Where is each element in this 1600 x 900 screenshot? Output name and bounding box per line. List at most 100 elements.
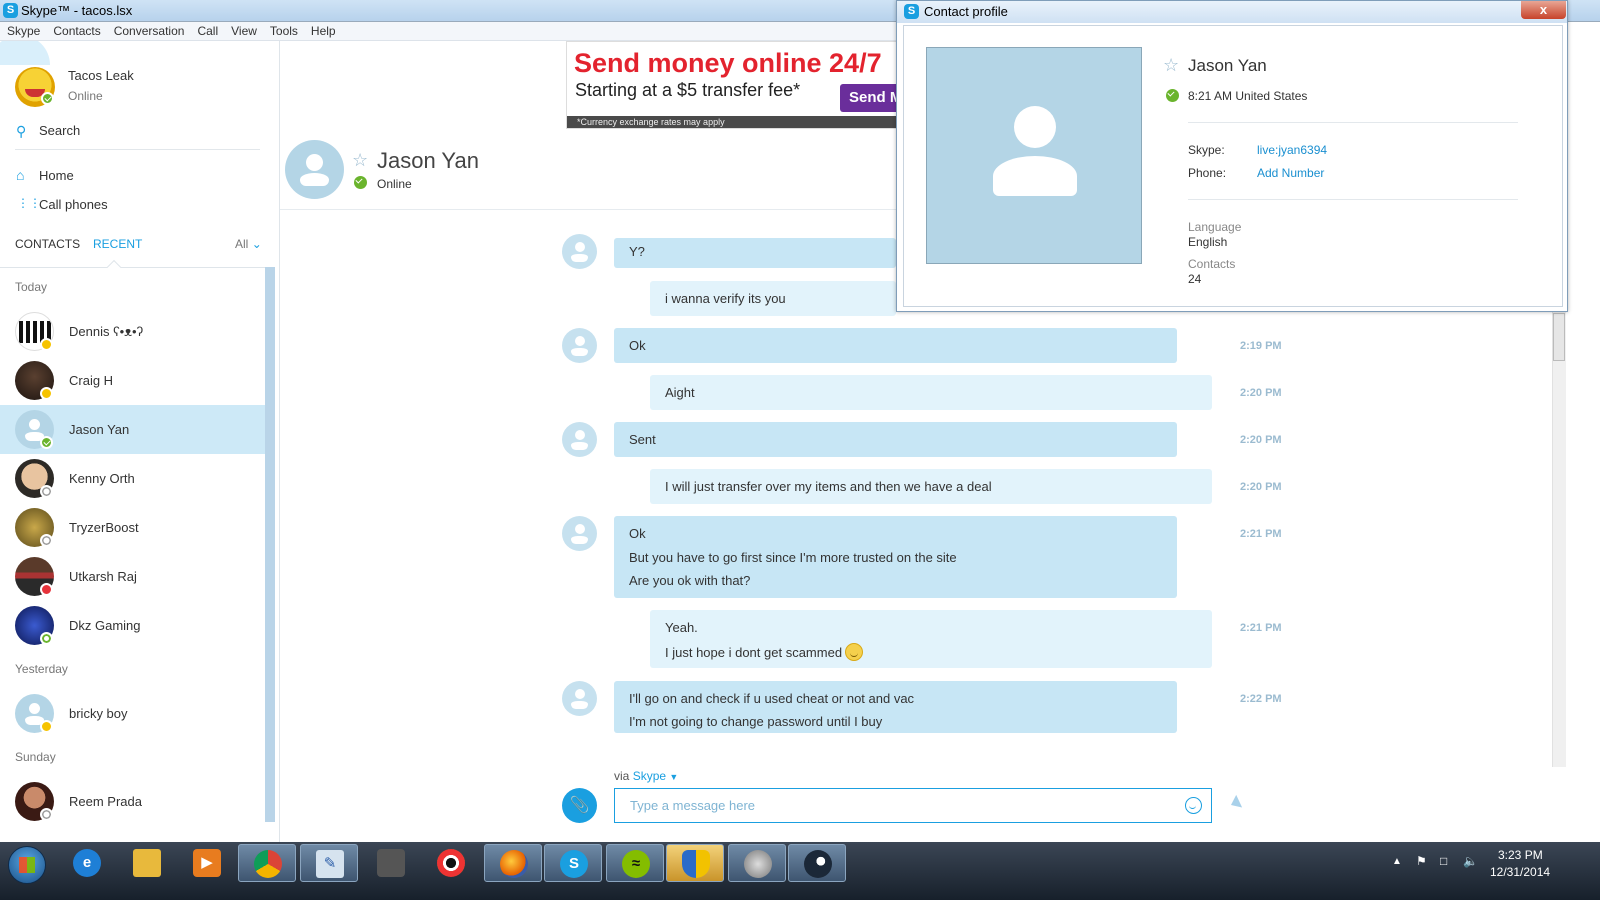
skype-id-value[interactable]: live:jyan6394	[1257, 143, 1327, 157]
filter-dropdown[interactable]: All ⌄	[235, 237, 262, 251]
filter-label: All	[235, 237, 249, 251]
contact-name: Dkz Gaming	[69, 618, 141, 633]
sidebar-divider	[15, 149, 260, 150]
person-body	[571, 254, 588, 262]
profile-name: Jason Yan	[1188, 56, 1267, 75]
contact-jason-yan[interactable]: Jason Yan	[0, 405, 265, 454]
message-text: I just hope i dont get scammed	[665, 645, 843, 660]
my-status-text[interactable]: Online	[68, 89, 103, 103]
menu-call[interactable]: Call	[190, 22, 224, 41]
show-hidden-icons-icon[interactable]: ▲	[1392, 856, 1402, 867]
message-input[interactable]	[614, 788, 1212, 823]
person-body	[993, 156, 1077, 196]
start-button[interactable]	[8, 846, 46, 884]
speaker-icon	[744, 850, 772, 878]
taskbar-chrome[interactable]	[238, 844, 296, 882]
contact-craig-h[interactable]: Craig H	[0, 356, 265, 405]
taskbar-skype[interactable]: S	[544, 844, 602, 882]
contact-utkarsh-raj[interactable]: Utkarsh Raj	[0, 552, 265, 601]
nav-home[interactable]: Home	[39, 168, 74, 183]
taskbar-internet-explorer[interactable]: e	[58, 844, 116, 882]
conversation-scrollbar[interactable]	[1552, 312, 1566, 767]
message-timestamp: 2:20 PM	[1240, 387, 1282, 399]
send-via-selector[interactable]: via Skype ▼	[614, 769, 678, 783]
sidebar-scrollbar-thumb[interactable]	[265, 267, 275, 822]
message-timestamp: 2:21 PM	[1240, 622, 1282, 634]
contact-bricky-boy[interactable]: bricky boy	[0, 689, 265, 738]
search-button[interactable]: Search	[39, 123, 80, 138]
nav-call-phones[interactable]: Call phones	[39, 197, 108, 212]
spotify-icon: ≈	[622, 850, 650, 878]
offline-status-icon	[40, 808, 53, 821]
taskbar-notepad[interactable]: ✎	[300, 844, 358, 882]
action-center-flag-icon[interactable]: ⚑	[1416, 854, 1427, 868]
taskbar-file-explorer[interactable]	[118, 844, 176, 882]
taskbar-spotify[interactable]: ≈	[606, 844, 664, 882]
menu-view[interactable]: View	[224, 22, 263, 41]
emoticon-picker-icon[interactable]	[1185, 797, 1202, 814]
taskbar-steam[interactable]	[788, 844, 846, 882]
favorite-star-icon[interactable]: ☆	[352, 150, 368, 171]
volume-icon[interactable]: 🔈	[1463, 854, 1478, 868]
contact-dkz-gaming[interactable]: Dkz Gaming	[0, 601, 265, 650]
taskbar-speaker[interactable]	[728, 844, 786, 882]
conversation-avatar[interactable]	[285, 140, 344, 199]
contact-tryzerboost[interactable]: TryzerBoost	[0, 503, 265, 552]
close-button[interactable]: x	[1521, 1, 1566, 19]
menu-tools[interactable]: Tools	[263, 22, 304, 41]
file-explorer-icon	[133, 849, 161, 877]
sender-avatar	[562, 328, 597, 363]
clock-time[interactable]: 3:23 PM	[1498, 848, 1543, 862]
skype-logo-icon: S	[3, 3, 18, 18]
tab-recent[interactable]: RECENT	[93, 237, 142, 251]
steam-icon	[804, 850, 832, 878]
send-icon[interactable]	[1219, 794, 1243, 816]
menu-help[interactable]: Help	[304, 22, 342, 41]
notepad-icon: ✎	[316, 850, 344, 878]
tab-contacts[interactable]: CONTACTS	[15, 237, 80, 251]
contact-dennis[interactable]: Dennis ʕ•ᴥ•ʔ	[0, 307, 265, 356]
taskbar-camera[interactable]	[362, 844, 420, 882]
favorite-star-icon[interactable]: ☆	[1163, 55, 1179, 76]
taskbar-firefox[interactable]	[484, 844, 542, 882]
taskbar-media-player[interactable]: ▶	[178, 844, 236, 882]
dialpad-icon: ⋮⋮	[17, 196, 41, 210]
contact-name: Utkarsh Raj	[69, 569, 137, 584]
message-bubble: i wanna verify its you	[650, 281, 896, 316]
contact-reem-prada[interactable]: Reem Prada	[0, 777, 265, 826]
add-number-link[interactable]: Add Number	[1257, 166, 1324, 180]
offline-status-icon	[40, 485, 53, 498]
person-body	[571, 348, 588, 356]
message-text: I'm not going to change password until I…	[629, 714, 883, 729]
taskbar-music-player[interactable]	[422, 844, 480, 882]
search-icon: ⚲	[16, 123, 27, 139]
chrome-icon	[254, 850, 282, 878]
message-text: Are you ok with that?	[629, 573, 751, 588]
contact-name: Dennis ʕ•ᴥ•ʔ	[69, 324, 144, 339]
contact-kenny-orth[interactable]: Kenny Orth	[0, 454, 265, 503]
profile-divider	[1188, 199, 1518, 200]
message-line: I just hope i dont get scammed	[665, 643, 864, 661]
ad-headline: Send money online 24/7	[574, 48, 882, 78]
menu-contacts[interactable]: Contacts	[46, 22, 106, 41]
message-bubble: I will just transfer over my items and t…	[650, 469, 1212, 504]
language-label: Language	[1188, 220, 1242, 234]
person-head	[575, 336, 585, 346]
person-head	[29, 703, 40, 714]
menu-conversation[interactable]: Conversation	[107, 22, 191, 41]
person-body	[571, 536, 588, 544]
my-online-status-icon	[41, 92, 54, 105]
conversation-scrollbar-thumb[interactable]	[1553, 313, 1565, 361]
clock-date[interactable]: 12/31/2014	[1490, 865, 1550, 879]
conversation-status: Online	[377, 177, 412, 191]
taskbar-security[interactable]	[666, 844, 724, 882]
menu-skype[interactable]: Skype	[0, 22, 46, 41]
advertisement-banner[interactable]: Send money online 24/7 Starting at a $5 …	[566, 41, 911, 129]
network-icon[interactable]: □	[1440, 854, 1447, 868]
profile-titlebar: S Contact profile x	[897, 1, 1567, 23]
profile-picture	[926, 47, 1142, 264]
attach-button[interactable]: 📎	[562, 788, 597, 823]
message-text: I'll go on and check if u used cheat or …	[629, 691, 915, 706]
my-name[interactable]: Tacos Leak	[68, 68, 134, 83]
skype-icon: S	[560, 850, 588, 878]
